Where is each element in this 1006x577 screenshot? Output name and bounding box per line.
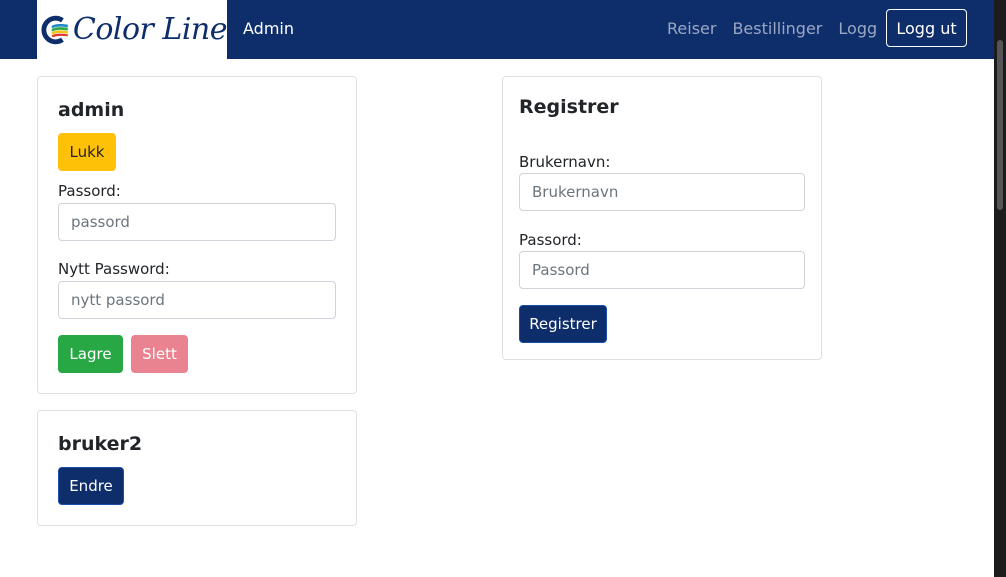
password-input[interactable]	[58, 203, 336, 241]
colorline-logo-icon	[41, 15, 68, 44]
logout-button[interactable]: Logg ut	[886, 9, 967, 47]
scrollbar[interactable]	[997, 40, 1003, 210]
nav-link-logg[interactable]: Logg	[838, 19, 877, 38]
nav-admin-link[interactable]: Admin	[243, 19, 294, 38]
new-password-label: Nytt Password:	[58, 260, 170, 278]
delete-button[interactable]: Slett	[131, 335, 188, 373]
password-label: Passord:	[58, 182, 121, 200]
brand-text: Color Line	[72, 12, 228, 47]
close-button[interactable]: Lukk	[58, 133, 116, 171]
nav-link-bestillinger[interactable]: Bestillinger	[732, 19, 822, 38]
register-button[interactable]: Registrer	[519, 305, 607, 343]
user-card-admin: admin Lukk Passord: Nytt Password: Lagre…	[37, 76, 357, 394]
save-button[interactable]: Lagre	[58, 335, 123, 373]
new-password-input[interactable]	[58, 281, 336, 319]
edit-button[interactable]: Endre	[58, 467, 124, 505]
nav-links: Reiser Bestillinger Logg	[667, 19, 877, 38]
register-card: Registrer Brukernavn: Passord: Registrer	[502, 76, 822, 360]
user-card-bruker2: bruker2 Endre	[37, 410, 357, 526]
username-label: Brukernavn:	[519, 153, 611, 171]
register-title: Registrer	[519, 96, 619, 118]
nav-link-reiser[interactable]: Reiser	[667, 19, 716, 38]
window-edge	[994, 0, 1006, 577]
username-input[interactable]	[519, 173, 805, 211]
brand-logo[interactable]: Color Line	[37, 0, 228, 59]
password-input[interactable]	[519, 251, 805, 289]
top-navbar: Color Line Admin Reiser Bestillinger Log…	[0, 0, 1006, 59]
user-card-title: admin	[58, 99, 125, 121]
password-label: Passord:	[519, 231, 582, 249]
user-card-title: bruker2	[58, 433, 143, 455]
